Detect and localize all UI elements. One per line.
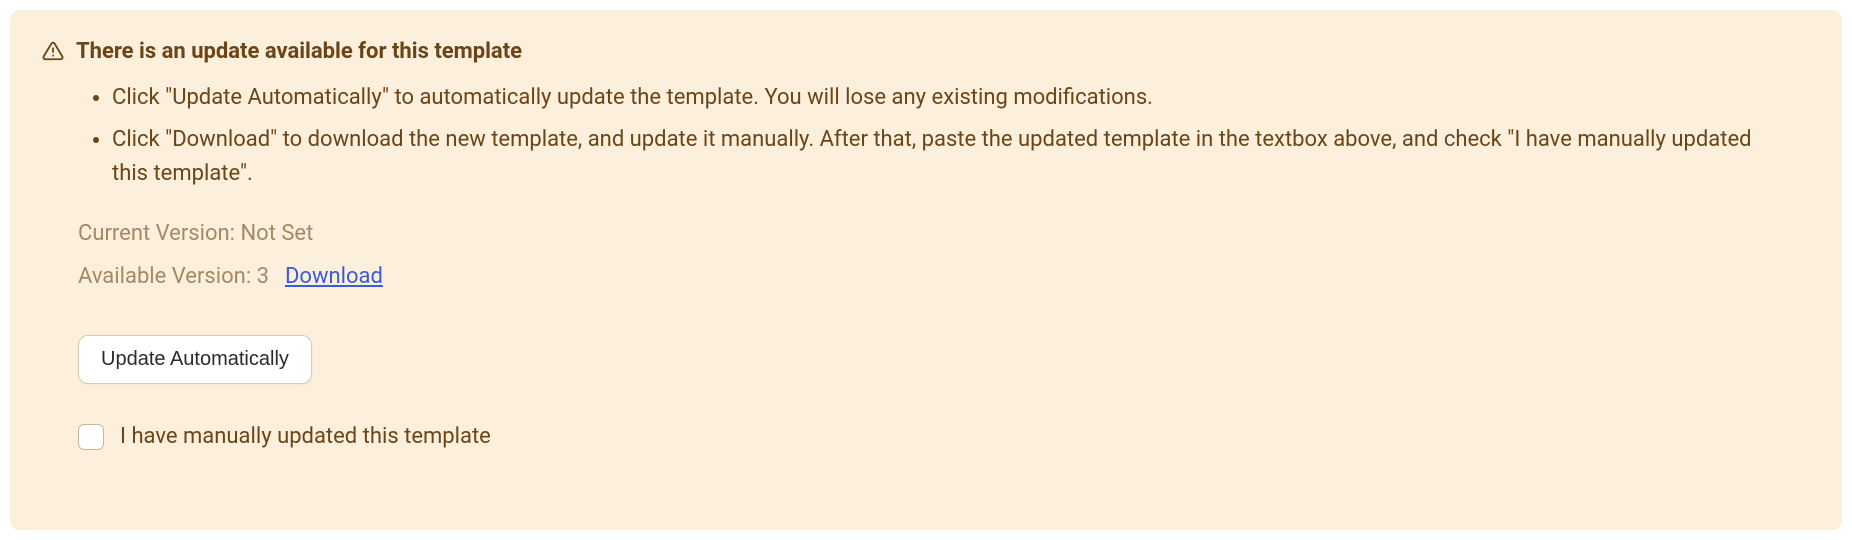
alert-bullet-item: Click "Download" to download the new tem… <box>112 123 1810 191</box>
alert-title: There is an update available for this te… <box>76 38 522 67</box>
manual-update-checkbox-row: I have manually updated this template <box>78 424 1810 450</box>
available-version-text: Available Version: 3 <box>78 264 269 289</box>
warning-triangle-icon <box>42 40 64 62</box>
update-available-alert: There is an update available for this te… <box>10 10 1842 530</box>
alert-bullet-list: Click "Update Automatically" to automati… <box>42 81 1810 191</box>
manual-update-checkbox[interactable] <box>78 424 104 450</box>
available-version-row: Available Version: 3 Download <box>78 264 1810 289</box>
update-automatically-button[interactable]: Update Automatically <box>78 335 312 384</box>
current-version-text: Current Version: Not Set <box>78 221 1810 246</box>
download-link[interactable]: Download <box>285 264 383 289</box>
alert-header-row: There is an update available for this te… <box>42 38 1810 67</box>
manual-update-checkbox-label[interactable]: I have manually updated this template <box>120 424 491 449</box>
version-info-block: Current Version: Not Set Available Versi… <box>78 221 1810 450</box>
alert-bullet-item: Click "Update Automatically" to automati… <box>112 81 1810 115</box>
